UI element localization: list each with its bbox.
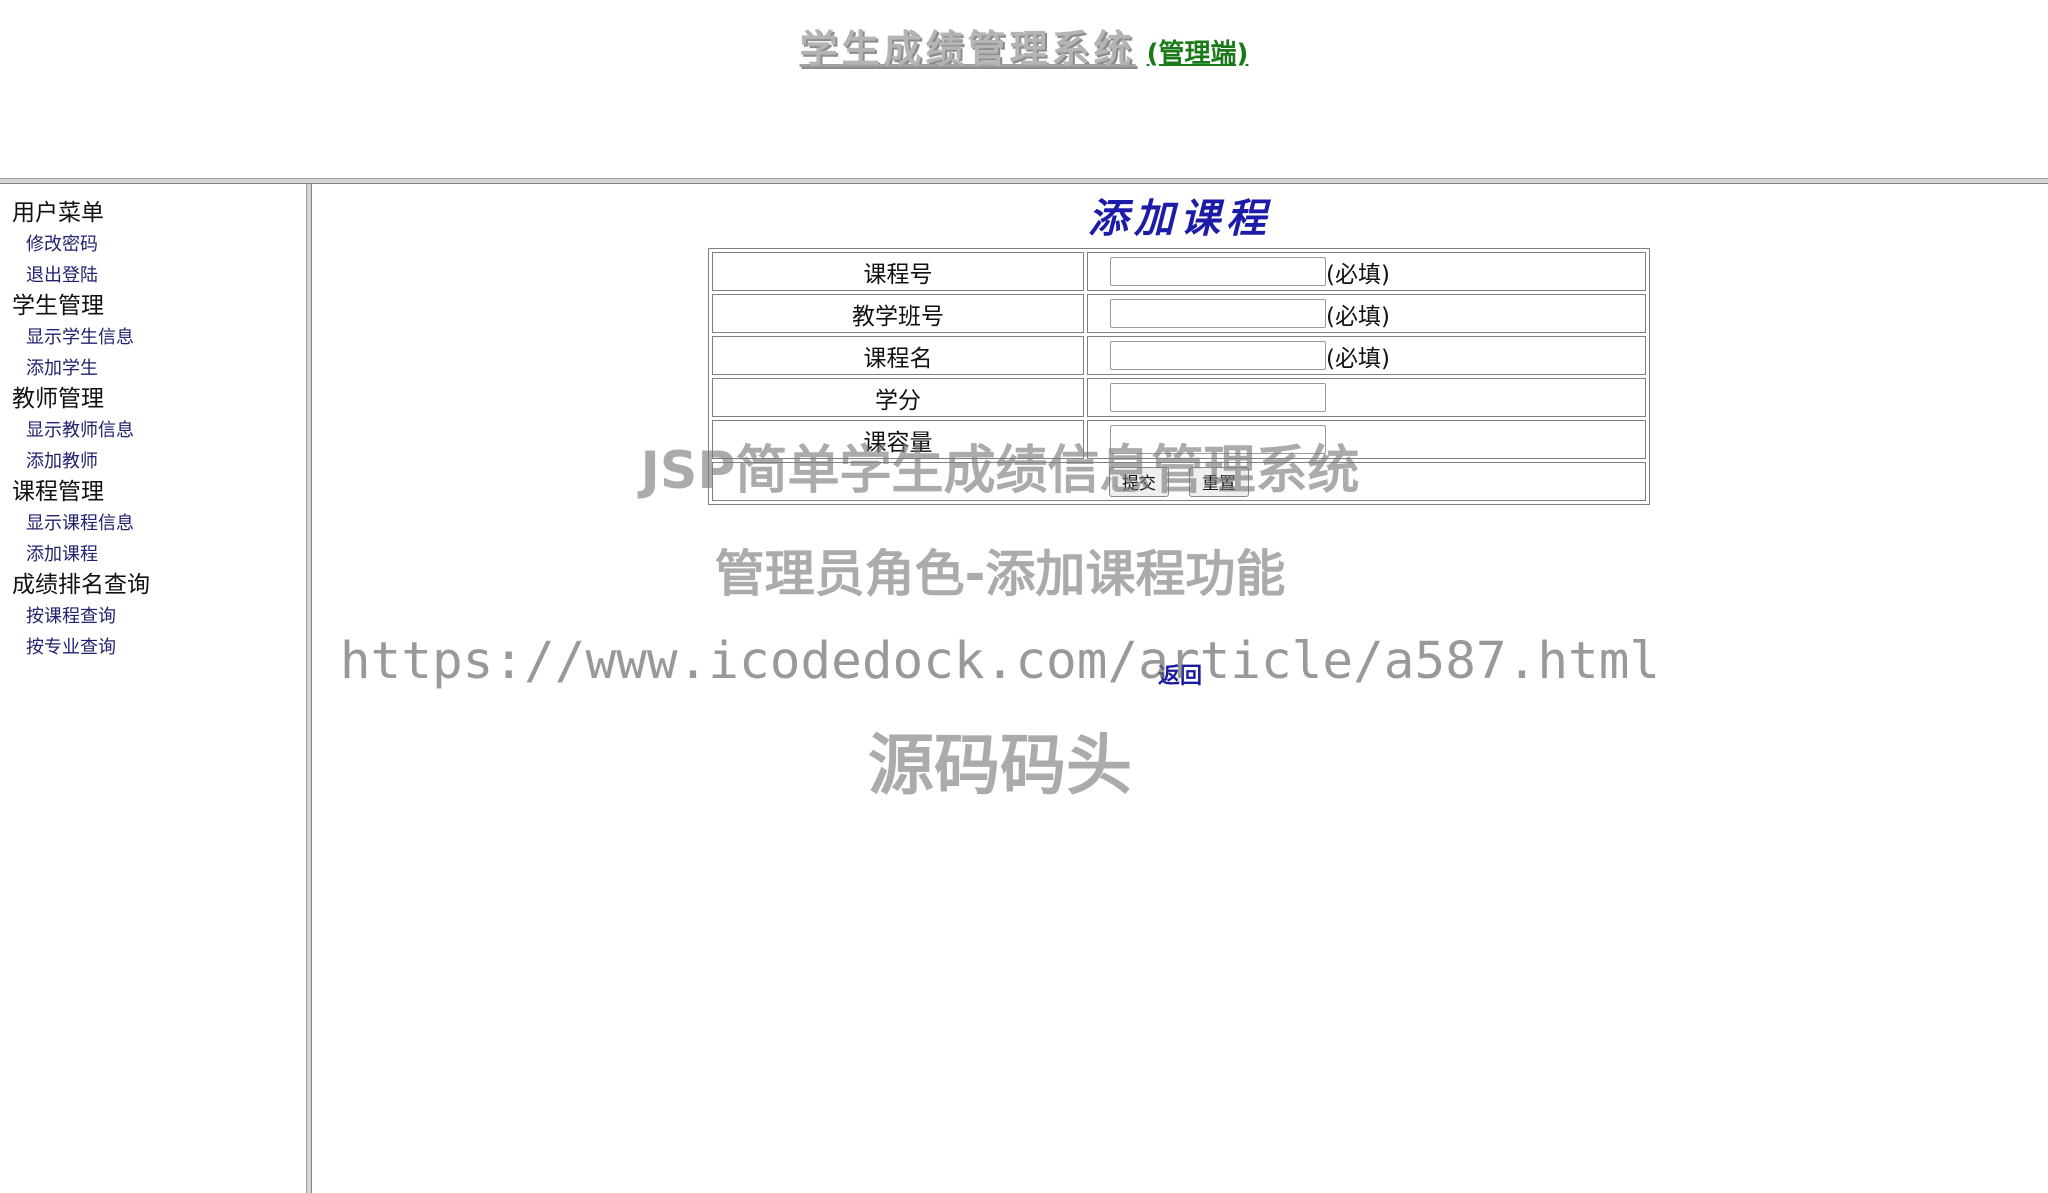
required-note: (必填) xyxy=(1326,303,1390,330)
class-id-cell: (必填) xyxy=(1087,294,1646,333)
menu-group-title: 学生管理 xyxy=(12,293,104,319)
form-row-actions: 提交 重置 xyxy=(712,462,1646,501)
sidebar-item-logout[interactable]: 退出登陆 xyxy=(12,260,150,291)
site-title-text: 学生成绩管理系统 xyxy=(799,26,1136,71)
capacity-cell xyxy=(1087,420,1646,459)
sidebar-item-add-course[interactable]: 添加课程 xyxy=(12,539,150,570)
sidebar-menu: 用户菜单 修改密码 退出登陆 学生管理 显示学生信息 添加学生 教师管理 显示教… xyxy=(12,198,150,663)
course-id-label: 课程号 xyxy=(712,252,1084,291)
form-actions: 提交 重置 xyxy=(712,462,1646,501)
form-row-course-name: 课程名 (必填) xyxy=(712,336,1646,375)
sidebar-item-change-password[interactable]: 修改密码 xyxy=(12,229,150,260)
form-row-class-id: 教学班号 (必填) xyxy=(712,294,1646,333)
role-label[interactable]: (管理端) xyxy=(1147,39,1249,69)
menu-group-ranking: 成绩排名查询 按课程查询 按专业查询 xyxy=(12,570,150,663)
class-id-input[interactable] xyxy=(1110,299,1326,328)
menu-group-user: 用户菜单 修改密码 退出登陆 xyxy=(12,198,150,291)
sidebar: 用户菜单 修改密码 退出登陆 学生管理 显示学生信息 添加学生 教师管理 显示教… xyxy=(0,184,306,1193)
capacity-input[interactable] xyxy=(1110,425,1326,454)
sidebar-item-query-by-major[interactable]: 按专业查询 xyxy=(12,632,150,663)
required-note: (必填) xyxy=(1326,261,1390,288)
credits-cell xyxy=(1087,378,1646,417)
class-id-label: 教学班号 xyxy=(712,294,1084,333)
menu-group-students: 学生管理 显示学生信息 添加学生 xyxy=(12,291,150,384)
sidebar-item-add-student[interactable]: 添加学生 xyxy=(12,353,150,384)
back-link[interactable]: 返回 xyxy=(312,658,2048,690)
main-content: 添加课程 课程号 (必填) 教学班号 (必填) 课程名 (必填) 学分 课容量 … xyxy=(312,184,2048,1193)
reset-button[interactable]: 重置 xyxy=(1189,466,1249,497)
submit-button[interactable]: 提交 xyxy=(1109,466,1169,497)
form-row-capacity: 课容量 xyxy=(712,420,1646,459)
menu-group-title: 教师管理 xyxy=(12,386,104,412)
sidebar-item-show-teachers[interactable]: 显示教师信息 xyxy=(12,415,150,446)
credits-input[interactable] xyxy=(1110,383,1326,412)
course-name-label: 课程名 xyxy=(712,336,1084,375)
menu-group-title: 课程管理 xyxy=(12,479,104,505)
course-name-cell: (必填) xyxy=(1087,336,1646,375)
form-table: 课程号 (必填) 教学班号 (必填) 课程名 (必填) 学分 课容量 提交 重置 xyxy=(708,248,1650,505)
capacity-label: 课容量 xyxy=(712,420,1084,459)
credits-label: 学分 xyxy=(712,378,1084,417)
site-title: 学生成绩管理系统 (管理端) xyxy=(0,18,2048,73)
menu-group-title: 成绩排名查询 xyxy=(12,572,150,598)
menu-group-title: 用户菜单 xyxy=(12,200,104,226)
sidebar-item-show-courses[interactable]: 显示课程信息 xyxy=(12,508,150,539)
menu-group-courses: 课程管理 显示课程信息 添加课程 xyxy=(12,477,150,570)
form-row-course-id: 课程号 (必填) xyxy=(712,252,1646,291)
course-id-input[interactable] xyxy=(1110,257,1326,286)
sidebar-item-show-students[interactable]: 显示学生信息 xyxy=(12,322,150,353)
course-name-input[interactable] xyxy=(1110,341,1326,370)
course-id-cell: (必填) xyxy=(1087,252,1646,291)
sidebar-item-query-by-course[interactable]: 按课程查询 xyxy=(12,601,150,632)
form-row-credits: 学分 xyxy=(712,378,1646,417)
required-note: (必填) xyxy=(1326,345,1390,372)
menu-group-teachers: 教师管理 显示教师信息 添加教师 xyxy=(12,384,150,477)
page-title: 添加课程 xyxy=(1088,195,1272,242)
top-frame: 学生成绩管理系统 (管理端) xyxy=(0,0,2048,178)
sidebar-item-add-teacher[interactable]: 添加教师 xyxy=(12,446,150,477)
